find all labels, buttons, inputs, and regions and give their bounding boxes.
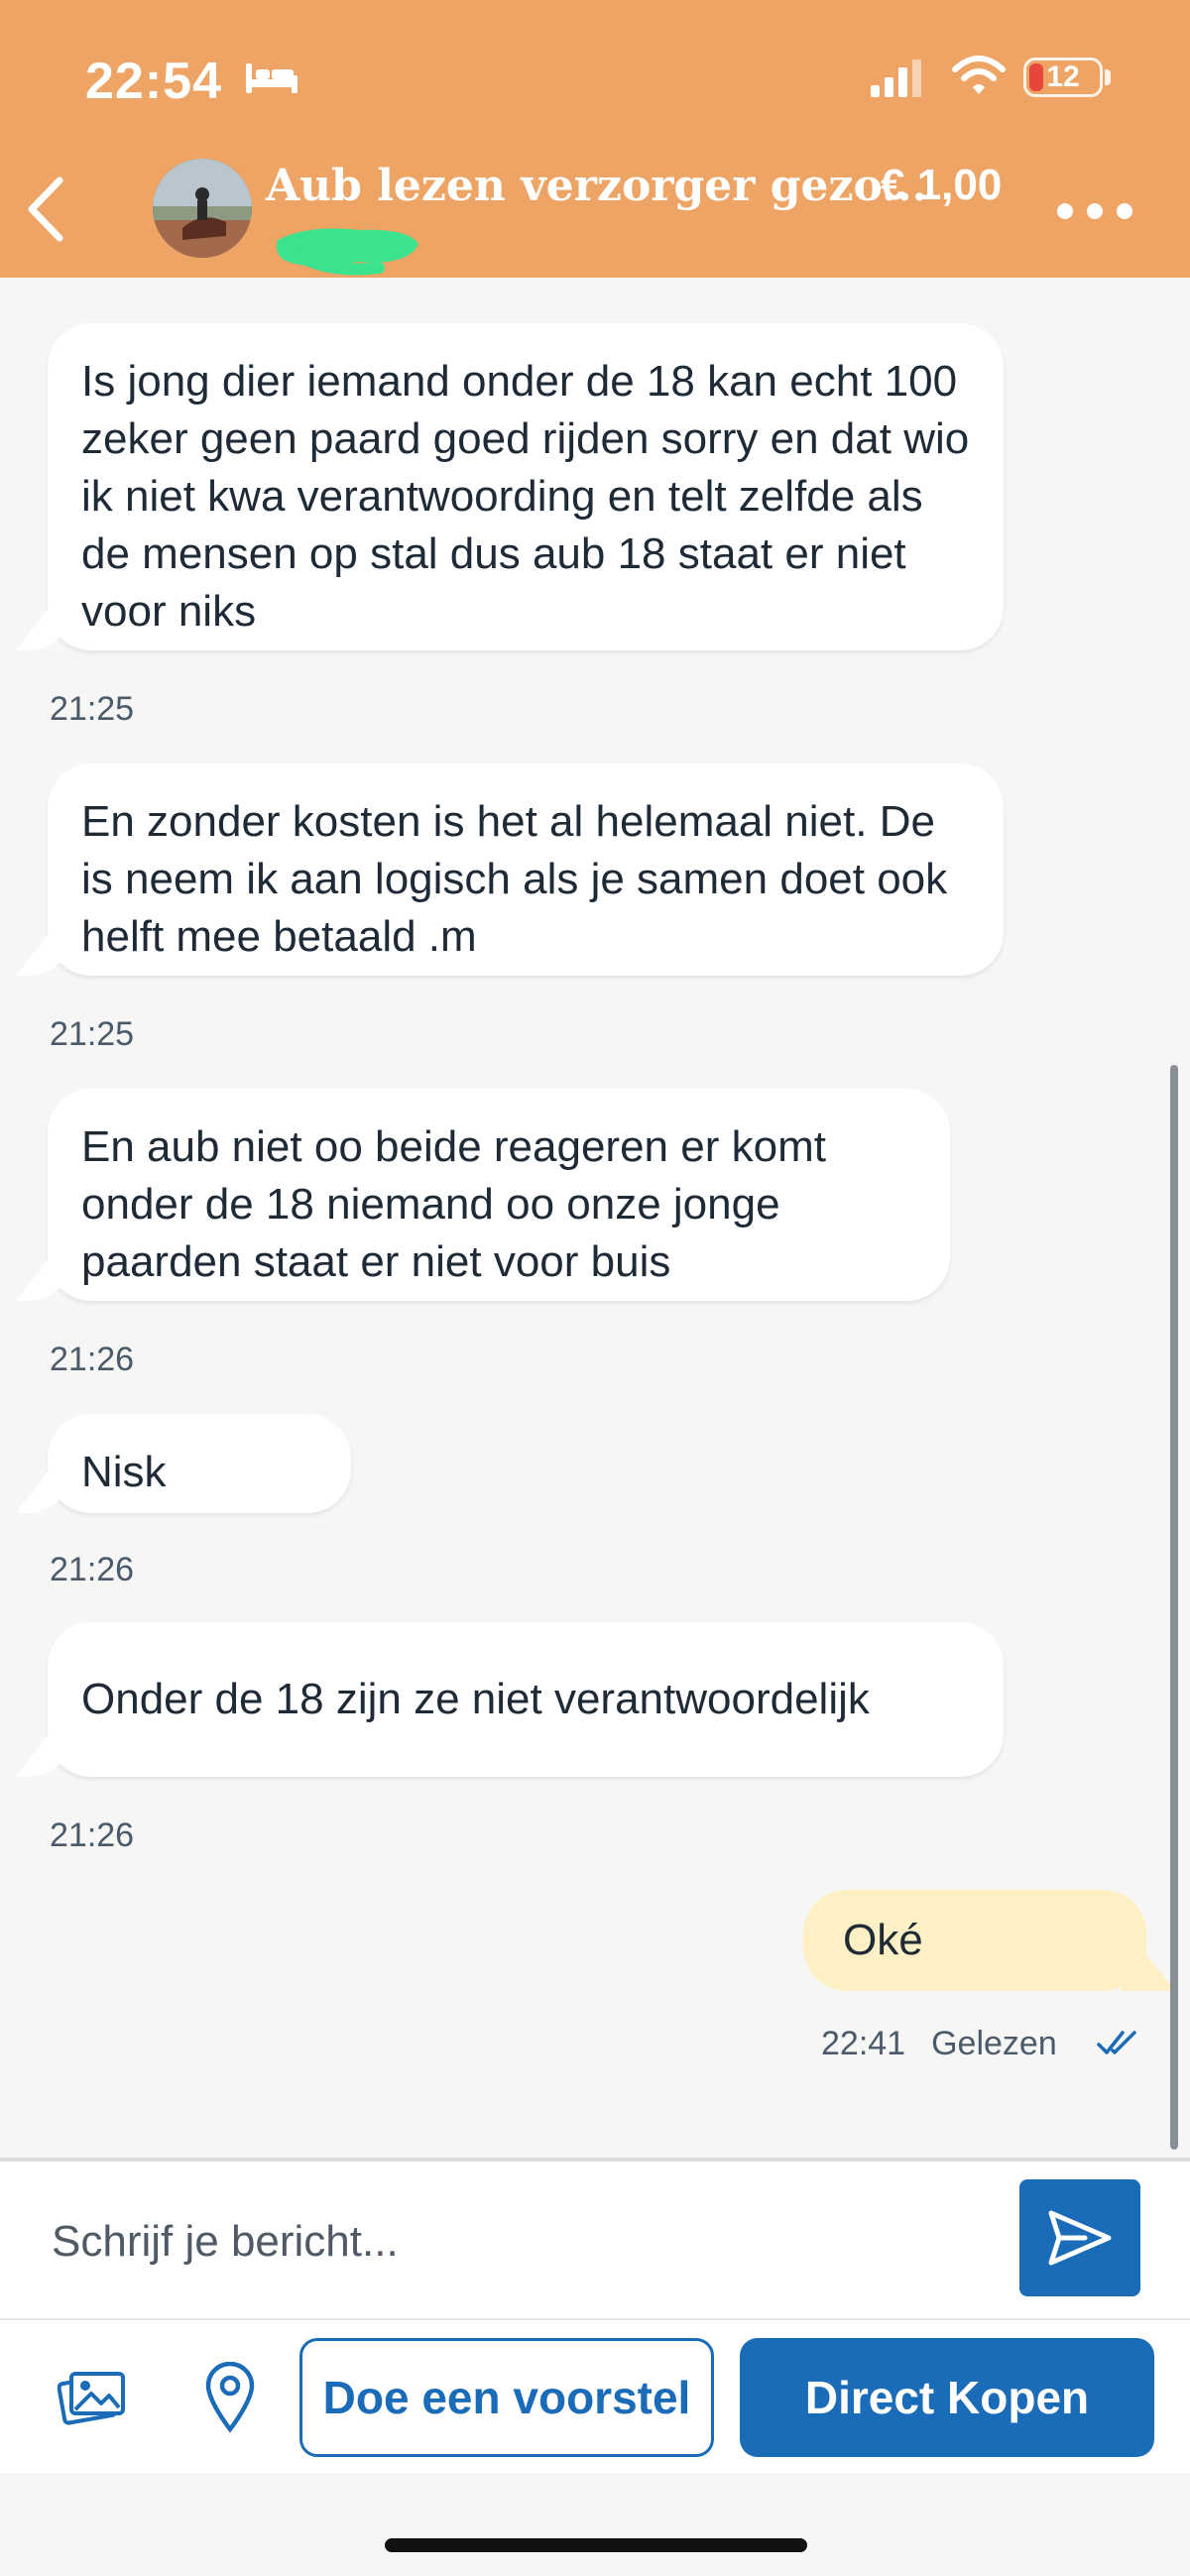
chat-header: 22:54 12 Aub lezen verzorger gezo... € 1…	[0, 0, 1190, 278]
buy-now-button[interactable]: Direct Kopen	[740, 2338, 1154, 2457]
safe-area	[0, 2473, 1190, 2576]
message-bubble-incoming: En aub niet oo beide reageren er komt on…	[48, 1089, 950, 1301]
scrollbar[interactable]	[1170, 1065, 1178, 2150]
ad-price: € 1,00	[881, 161, 1003, 209]
location-pin-icon[interactable]	[204, 2362, 256, 2433]
message-timestamp: 21:24	[50, 278, 134, 287]
send-icon	[1048, 2210, 1112, 2266]
read-receipt: 22:41 Gelezen	[821, 2025, 1083, 2063]
battery-icon: 12	[1023, 58, 1103, 97]
message-input[interactable]	[50, 2201, 986, 2283]
message-bubble-incoming: Nisk	[48, 1414, 351, 1513]
message-timestamp: 21:25	[50, 690, 135, 728]
make-offer-button[interactable]: Doe een voorstel	[299, 2338, 714, 2457]
double-check-icon	[1097, 2031, 1136, 2054]
read-status: Gelezen	[931, 2025, 1057, 2062]
message-composer	[0, 2158, 1190, 2318]
action-bar: Doe een voorstel Direct Kopen	[0, 2318, 1190, 2473]
avatar[interactable]	[153, 159, 252, 258]
status-time: 22:54	[85, 53, 222, 110]
image-icon[interactable]	[58, 2368, 127, 2427]
message-timestamp: 21:26	[50, 1551, 135, 1588]
signal-icon	[871, 59, 921, 97]
bed-icon	[246, 63, 298, 93]
message-bubble-incoming: Onder de 18 zijn ze niet verantwoordelij…	[48, 1622, 1004, 1777]
chevron-left-icon[interactable]	[20, 175, 71, 244]
message-bubble-incoming: En zonder kosten is het al helemaal niet…	[48, 763, 1004, 976]
message-timestamp: 21:26	[50, 1341, 135, 1378]
message-bubble-outgoing: Oké	[803, 1890, 1146, 1991]
message-bubble-incoming: Is jong dier iemand onder de 18 kan echt…	[48, 323, 1004, 650]
send-button[interactable]	[1019, 2179, 1140, 2296]
message-list[interactable]: 21:24 Is jong dier iemand onder de 18 ka…	[0, 278, 1190, 2158]
message-timestamp: 22:41	[821, 2025, 906, 2062]
ad-title[interactable]: Aub lezen verzorger gezo...	[266, 161, 927, 211]
redaction-scribble	[276, 228, 418, 276]
home-indicator[interactable]	[385, 2538, 807, 2552]
battery-level: 12	[1046, 60, 1080, 93]
message-timestamp: 21:26	[50, 1816, 135, 1854]
more-dots-icon[interactable]	[1055, 196, 1134, 226]
wifi-icon	[952, 56, 1006, 94]
message-timestamp: 21:25	[50, 1015, 135, 1053]
